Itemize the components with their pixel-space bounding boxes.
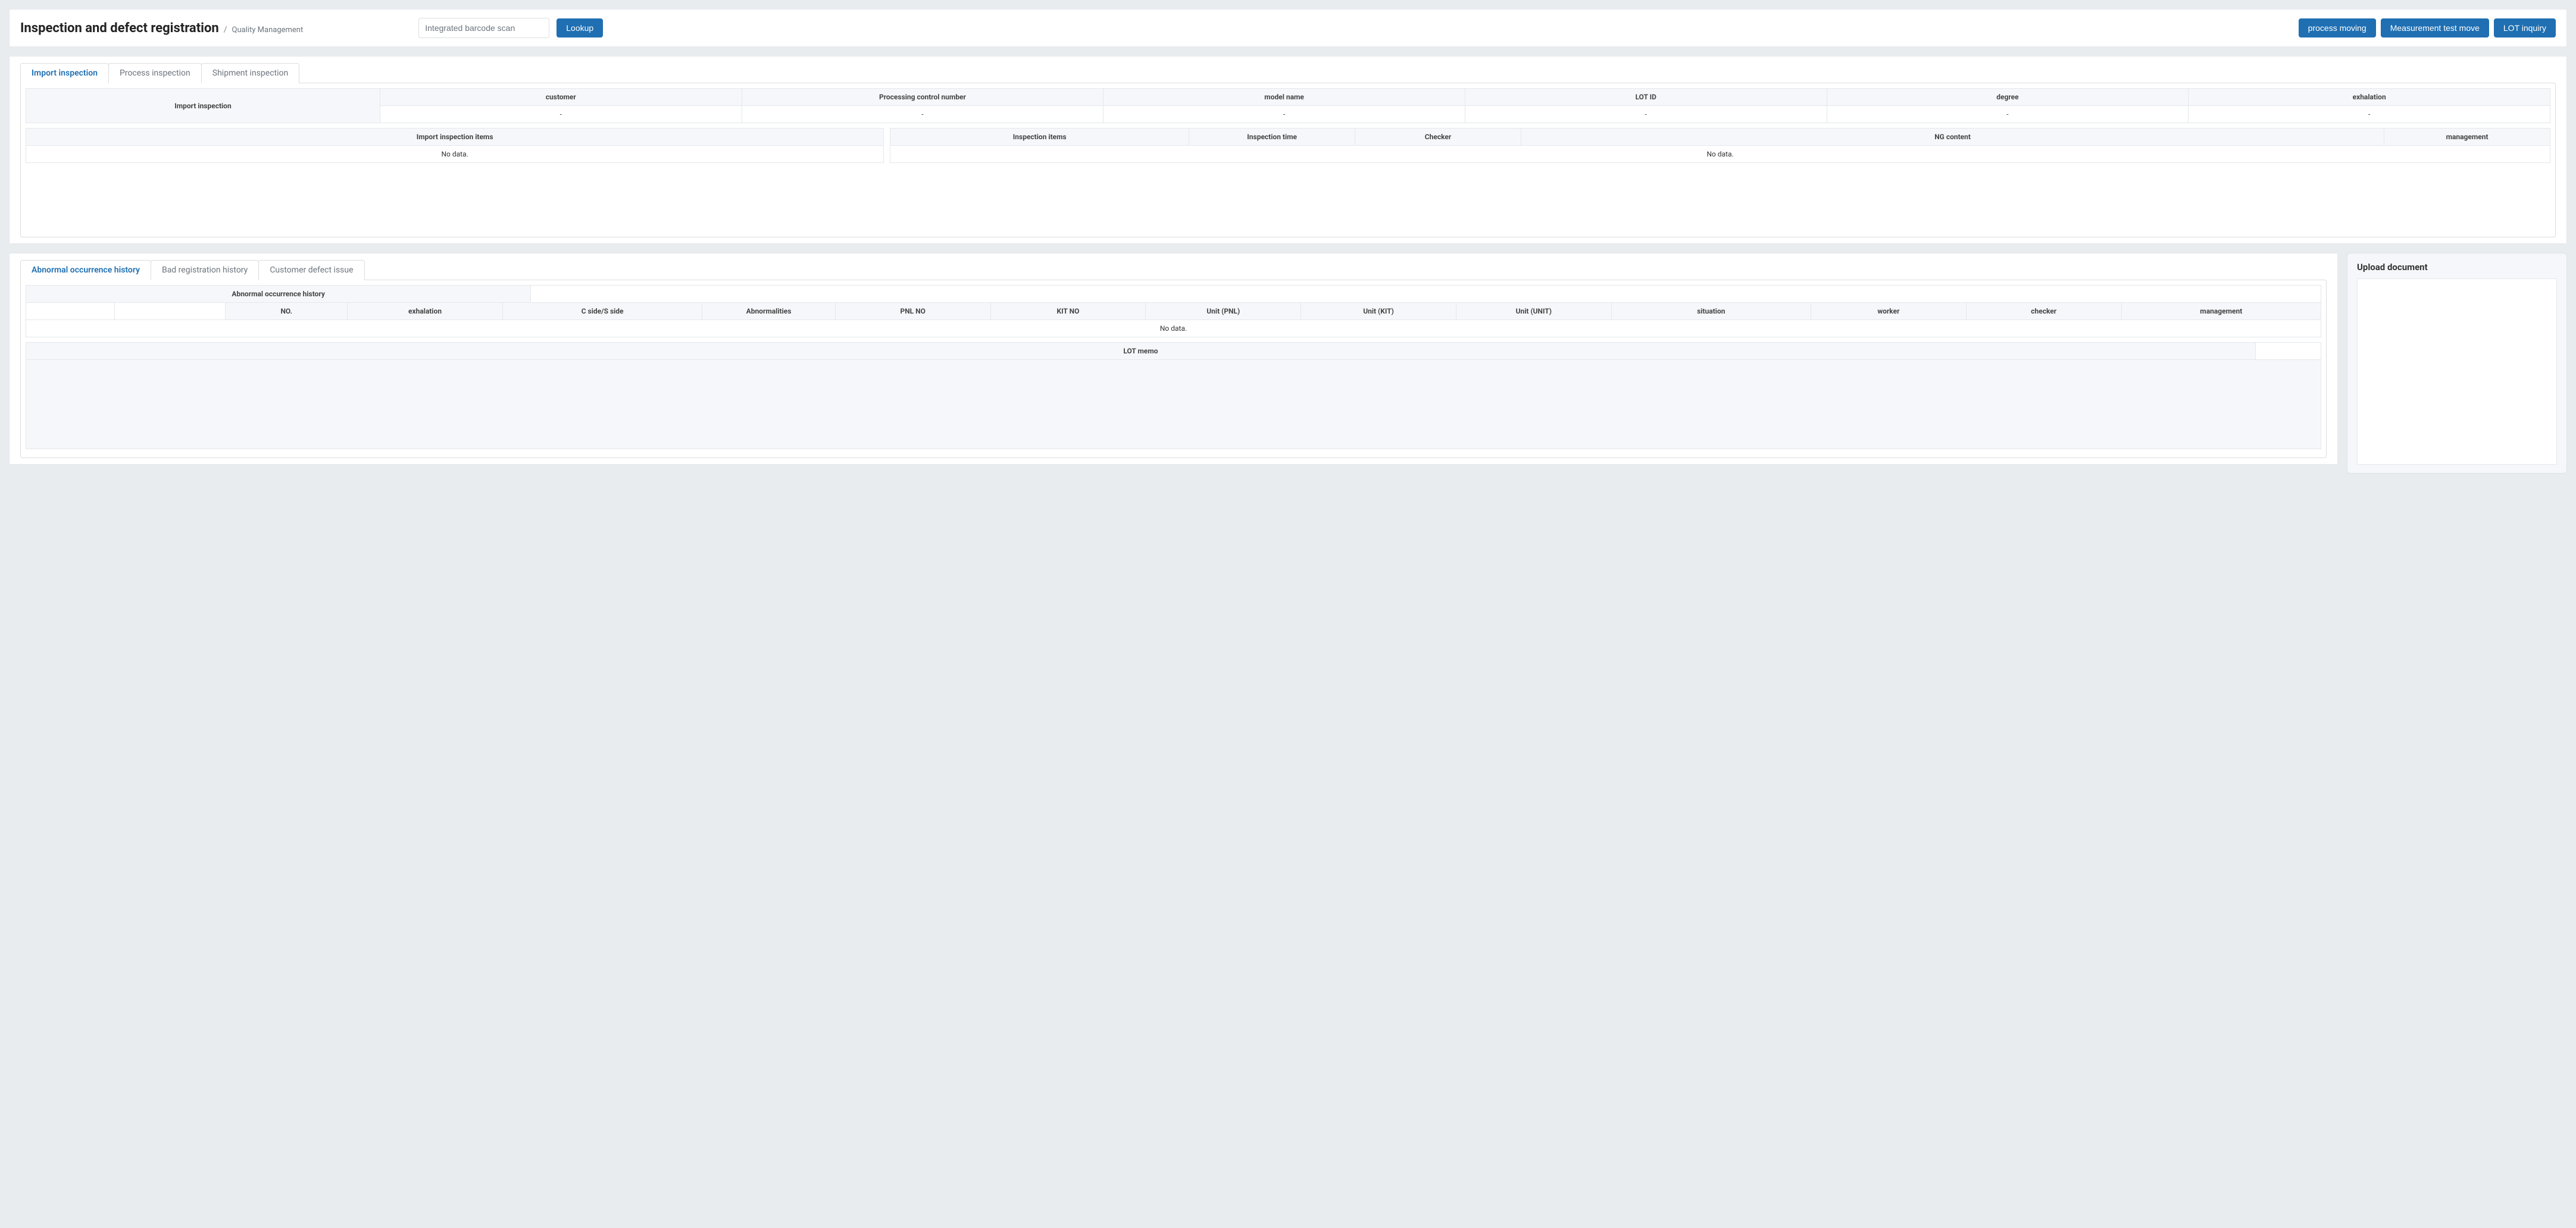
info-col-process-ctrl-no: Processing control number [742, 89, 1103, 106]
lot-memo-textarea[interactable] [26, 360, 2321, 449]
lot-memo-section: LOT memo [26, 342, 2321, 452]
abn-col-situation: situation [1611, 303, 1811, 320]
abn-col-management: management [2121, 303, 2321, 320]
abn-col-checker: checker [1966, 303, 2121, 320]
info-col-lot-id: LOT ID [1465, 89, 1827, 106]
abn-col-expand [26, 303, 115, 320]
info-col-model-name: model name [1103, 89, 1465, 106]
abn-col-select [115, 303, 226, 320]
inspection-tabs: Import inspection Process inspection Shi… [20, 62, 2556, 83]
page-title: Inspection and defect registration / Qua… [20, 21, 303, 36]
abn-col-no: NO. [226, 303, 348, 320]
upload-document-panel: Upload document [2347, 253, 2567, 474]
lookup-button[interactable]: Lookup [557, 18, 603, 37]
abn-col-abnormalities: Abnormalities [702, 303, 836, 320]
lot-memo-action-cell [2256, 343, 2321, 360]
tab-process-inspection[interactable]: Process inspection [108, 63, 202, 83]
tab-customer-defect-issue[interactable]: Customer defect issue [258, 260, 364, 280]
lot-memo-header: LOT memo [26, 343, 2256, 360]
info-val-exhalation: - [2189, 106, 2550, 123]
barcode-scan-input[interactable] [418, 18, 549, 38]
abnormal-history-header-table: Abnormal occurrence history [26, 285, 2321, 303]
abn-col-worker: worker [1811, 303, 1967, 320]
abnormal-nodata: No data. [26, 320, 2321, 337]
tab-shipment-inspection[interactable]: Shipment inspection [201, 63, 299, 83]
process-moving-button[interactable]: process moving [2299, 18, 2376, 37]
import-inspection-items-table: Import inspection items No data. [26, 128, 884, 163]
abnormal-history-table: NO. exhalation C side/S side Abnormaliti… [26, 302, 2321, 337]
upload-title: Upload document [2357, 262, 2557, 272]
history-tabs: Abnormal occurrence history Bad registra… [20, 259, 2327, 280]
info-val-model-name: - [1103, 106, 1465, 123]
header-panel: Inspection and defect registration / Qua… [9, 9, 2567, 47]
abn-col-exhalation: exhalation [348, 303, 503, 320]
res-col-ng-content: NG content [1521, 129, 2384, 146]
res-col-management: management [2384, 129, 2550, 146]
info-val-customer: - [380, 106, 742, 123]
breadcrumb-sub: Quality Management [232, 26, 304, 35]
inspection-info-table: Import inspection customer Processing co… [26, 88, 2550, 123]
abn-col-unit-unit: Unit (UNIT) [1456, 303, 1611, 320]
res-col-checker: Checker [1355, 129, 1521, 146]
upload-drop-area[interactable] [2357, 278, 2557, 465]
abn-col-kitno: KIT NO [990, 303, 1146, 320]
import-items-header: Import inspection items [26, 129, 884, 146]
measurement-test-move-button[interactable]: Measurement test move [2381, 18, 2489, 37]
page-title-text: Inspection and defect registration [20, 21, 219, 36]
info-val-process-ctrl-no: - [742, 106, 1103, 123]
history-tab-body: Abnormal occurrence history NO. exhalati… [20, 280, 2327, 458]
breadcrumb-separator: / [224, 25, 227, 35]
inspection-results-table: Inspection items Inspection time Checker… [890, 128, 2550, 163]
abn-col-unit-pnl: Unit (PNL) [1146, 303, 1301, 320]
info-val-degree: - [1827, 106, 2189, 123]
header-action-buttons: process moving Measurement test move LOT… [2299, 18, 2556, 37]
tab-import-inspection[interactable]: Import inspection [20, 63, 109, 83]
info-row-header: Import inspection [26, 89, 380, 123]
abnormal-row-header: Abnormal occurrence history [26, 286, 531, 303]
lot-memo-header-table: LOT memo [26, 342, 2321, 360]
import-items-nodata: No data. [26, 146, 884, 163]
abn-col-unit-kit: Unit (KIT) [1301, 303, 1456, 320]
history-panel: Abnormal occurrence history Bad registra… [9, 253, 2338, 465]
info-value-row: - - - - - - [26, 106, 2550, 123]
info-col-customer: customer [380, 89, 742, 106]
tab-bad-registration-history[interactable]: Bad registration history [151, 260, 259, 280]
tab-abnormal-history[interactable]: Abnormal occurrence history [20, 260, 151, 280]
info-col-degree: degree [1827, 89, 2189, 106]
abn-col-cside: C side/S side [502, 303, 702, 320]
inspection-tab-body: Import inspection customer Processing co… [20, 83, 2556, 237]
abn-col-pnlno: PNL NO [835, 303, 990, 320]
res-nodata: No data. [890, 146, 2550, 163]
abnormal-row-blank [531, 286, 2321, 303]
inspection-panel: Import inspection Process inspection Shi… [9, 56, 2567, 244]
lot-inquiry-button[interactable]: LOT inquiry [2494, 18, 2556, 37]
info-val-lot-id: - [1465, 106, 1827, 123]
info-col-exhalation: exhalation [2189, 89, 2550, 106]
res-col-time: Inspection time [1189, 129, 1355, 146]
upload-column: Upload document [2347, 253, 2567, 474]
res-col-items: Inspection items [890, 129, 1189, 146]
